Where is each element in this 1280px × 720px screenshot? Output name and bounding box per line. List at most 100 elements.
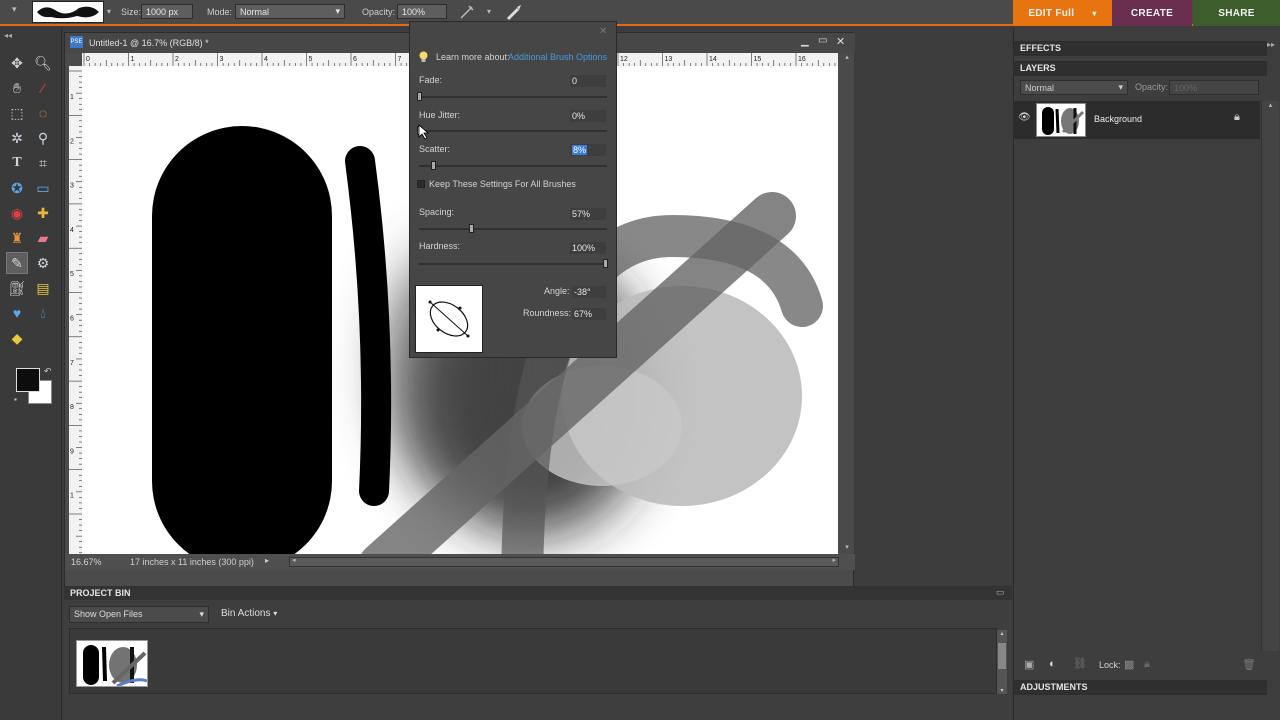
adjustments-panel-header[interactable]: ADJUSTMENTS [1014,680,1267,695]
roundness-input[interactable]: 67% [572,308,606,320]
layer-opacity-input[interactable]: 100% [1169,80,1259,95]
magic-wand-tool-icon[interactable]: ✲ [6,127,28,149]
fade-input[interactable]: 0 [570,75,606,87]
spot-healing-tool-icon[interactable]: ✚ [32,202,54,224]
maximize-icon[interactable]: ▭ [818,35,827,46]
popup-close-icon[interactable]: ✕ [599,26,607,37]
horizontal-scrollbar[interactable]: ◂ ▸ [289,557,839,567]
straighten-tool-icon[interactable]: ▭ [32,177,54,199]
show-files-select[interactable]: Show Open Files ▾ [69,606,209,623]
scroll-right-arrow[interactable]: ▸ [832,556,836,564]
project-bin-scrollbar[interactable]: ▴ ▾ [997,630,1007,694]
spacing-slider[interactable] [419,228,607,230]
create-mode-tab[interactable]: CREATE [1112,0,1192,26]
type-tool-icon[interactable]: T [6,152,28,174]
minimize-icon[interactable]: ▁ [801,36,809,47]
lock-all-icon[interactable]: 🔒︎ [1144,658,1150,671]
edit-mode-tab[interactable]: EDIT Full ▾ [1013,0,1112,26]
scroll-down-arrow[interactable]: ▾ [997,687,1007,694]
panel-bin-collapse-icon[interactable]: ▸▸ [1267,40,1275,49]
open-file-thumbnail[interactable] [76,640,148,687]
additional-brush-options-link[interactable]: Additional Brush Options [508,52,607,62]
lasso-tool-icon[interactable]: ◌ [32,102,54,124]
brush-picker-arrow[interactable]: ▾ [107,7,111,16]
ruler-label: 8 [70,404,74,411]
scroll-left-arrow[interactable]: ◂ [292,556,296,564]
visibility-eye-icon[interactable]: 👁︎ [1018,112,1031,123]
fade-slider-thumb[interactable] [417,92,422,101]
new-layer-icon[interactable]: ▣ [1024,658,1034,671]
sponge-tool-icon[interactable]: ◆ [6,327,28,349]
status-menu-arrow[interactable]: ▸ [265,556,269,565]
spacing-slider-thumb[interactable] [469,224,474,233]
eraser-tool-icon[interactable]: ▰ [32,227,54,249]
gradient-tool-icon[interactable]: ▤ [32,277,54,299]
airbrush-toggle-icon[interactable] [458,3,476,21]
ruler-label: 4 [70,227,74,234]
marquee-tool-icon[interactable]: ⬚ [6,102,28,124]
brush-settings-icon[interactable] [505,3,523,21]
layers-panel-header[interactable]: LAYERS [1014,61,1267,76]
bin-actions-menu[interactable]: Bin Actions ▾ [221,608,277,619]
move-tool-icon[interactable]: ✥ [6,52,28,74]
clone-stamp-tool-icon[interactable]: ♜ [6,227,28,249]
scatter-slider-thumb[interactable] [431,161,436,170]
vertical-scrollbar[interactable]: ▴ ▾ [840,53,854,553]
scatter-input[interactable]: 8% [570,144,606,156]
adjustment-layer-icon[interactable]: ◐ [1049,658,1056,670]
scatter-slider[interactable] [419,165,607,167]
hardness-slider-thumb[interactable] [603,259,608,268]
swap-colors-icon[interactable]: ↶ [44,366,52,377]
close-icon[interactable]: ✕ [836,35,845,48]
link-layers-icon[interactable]: ⛓︎ [1073,657,1087,670]
project-bin-menu-icon[interactable]: ▭ [996,587,1005,598]
chevron-down-icon: ▾ [1118,82,1123,92]
scroll-down-arrow[interactable]: ▾ [840,543,854,551]
size-input[interactable]: 1000 px [141,4,193,19]
keep-settings-checkbox[interactable] [417,180,425,188]
layers-scrollbar[interactable]: ▴ [1261,101,1279,651]
tool-preset-picker[interactable]: ▾ [12,4,28,20]
crop-tool-icon[interactable]: ⌗ [32,152,54,174]
brush-tip-shape-preview[interactable] [415,285,483,353]
hue-jitter-slider[interactable] [419,130,607,132]
brush-tool-icon[interactable]: ✎ [6,252,28,274]
zoom-level[interactable]: 16.67% [71,557,102,567]
zoom-tool-icon[interactable]: 🔍︎ [32,52,54,74]
lock-transparent-icon[interactable]: ▩ [1124,658,1134,671]
hardness-input[interactable]: 100% [570,242,606,254]
smart-brush-tool-icon[interactable]: ⚙ [32,252,54,274]
red-eye-tool-icon[interactable]: ◉ [6,202,28,224]
foreground-color-swatch[interactable] [16,368,40,392]
ruler-label: 15 [754,56,762,63]
scroll-up-arrow[interactable]: ▴ [840,53,854,61]
paint-bucket-tool-icon[interactable]: ⛽︎ [6,277,28,299]
angle-input[interactable]: -38° [572,286,606,298]
project-bin-header[interactable]: PROJECT BIN ▭ [64,586,1012,600]
mode-select[interactable]: Normal ▾ [235,4,345,19]
hue-jitter-input[interactable]: 0% [570,110,606,122]
delete-layer-icon[interactable]: 🗑︎ [1242,658,1256,671]
hand-tool-icon[interactable]: ✋︎ [6,77,28,99]
default-colors-icon[interactable]: ▪ [14,395,17,404]
blur-tool-icon[interactable]: 💧︎ [32,302,54,324]
eyedropper-tool-icon[interactable]: ⁄ [32,77,54,99]
tools-panel: ◂◂ ✥ 🔍︎ ✋︎ ⁄ ⬚ ◌ ✲ ⚲ T ⌗ ✪ ▭ ◉ ✚ ♜ ▰ ✎ ⚙… [0,28,62,720]
scrollbar-thumb[interactable] [998,643,1006,669]
airbrush-options-arrow[interactable]: ▾ [487,7,491,16]
fade-slider[interactable] [419,96,607,98]
panel-collapse-icon[interactable]: ◂◂ [4,31,12,40]
share-mode-tab[interactable]: SHARE [1193,0,1280,26]
layer-row-background[interactable]: 👁︎ Background 🔒︎ [1014,101,1260,139]
cookie-cutter-tool-icon[interactable]: ✪ [6,177,28,199]
effects-panel-header[interactable]: EFFECTS [1014,41,1267,56]
quick-selection-tool-icon[interactable]: ⚲ [32,127,54,149]
blend-mode-select[interactable]: Normal ▾ [1020,80,1128,95]
hardness-slider[interactable] [419,263,607,265]
brush-preview[interactable] [32,1,104,23]
custom-shape-tool-icon[interactable]: ♥ [6,302,28,324]
opacity-input[interactable]: 100% [397,4,447,19]
spacing-input[interactable]: 57% [570,208,606,220]
scroll-up-arrow[interactable]: ▴ [997,630,1007,637]
scroll-up-arrow[interactable]: ▴ [1262,101,1279,109]
